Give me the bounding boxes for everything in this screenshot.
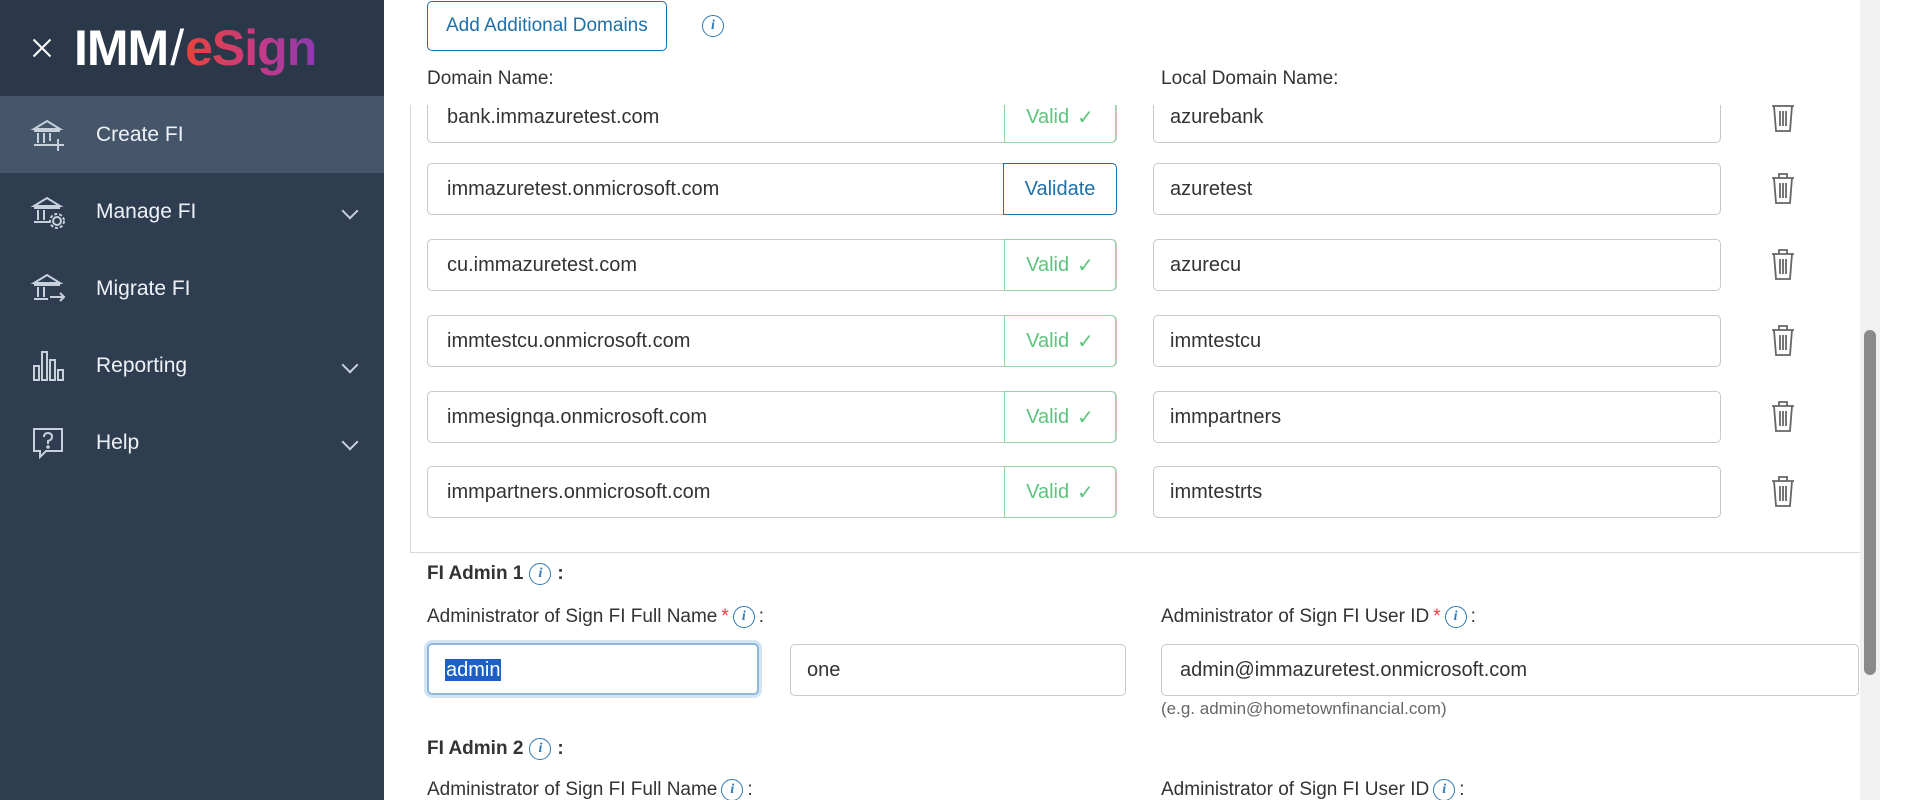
info-icon[interactable]: i	[529, 563, 552, 585]
question-bubble-icon	[30, 425, 66, 461]
trash-icon[interactable]	[1770, 323, 1796, 357]
sidebar-item-reporting[interactable]: Reporting	[0, 327, 384, 404]
trash-icon[interactable]	[1770, 474, 1796, 508]
main-content: Add Additional Domains i Domain Name: Lo…	[384, 0, 1880, 800]
page-scroll-thumb[interactable]	[1864, 330, 1876, 675]
sidebar-item-migrate-fi[interactable]: Migrate FI	[0, 250, 384, 327]
domain-row: immtestcu.onmicrosoft.com Valid ✓ immtest…	[427, 315, 1794, 367]
check-icon: ✓	[1077, 106, 1094, 129]
valid-badge: Valid ✓	[1004, 239, 1116, 291]
domain-row: immazuretest.onmicrosoft.com Validate az…	[427, 163, 1794, 215]
valid-badge: Valid ✓	[1004, 466, 1116, 518]
close-icon[interactable]	[28, 34, 56, 62]
info-icon[interactable]: i	[702, 15, 724, 37]
domain-row: immpartners.onmicrosoft.com Valid ✓ immte…	[427, 466, 1794, 518]
chevron-down-icon	[341, 202, 359, 220]
chevron-down-icon	[341, 356, 359, 374]
required-marker: *	[721, 606, 729, 627]
info-icon[interactable]: i	[732, 606, 755, 628]
domain-name-field[interactable]: immpartners.onmicrosoft.com Valid ✓	[427, 466, 1117, 518]
local-domain-field[interactable]: azurebank	[1153, 105, 1721, 143]
domain-row: immesignqa.onmicrosoft.com Valid ✓ immpar…	[427, 391, 1794, 443]
bank-plus-icon	[30, 117, 66, 153]
trash-icon[interactable]	[1770, 399, 1796, 433]
check-icon: ✓	[1077, 254, 1094, 277]
info-icon[interactable]: i	[1444, 606, 1467, 628]
local-domain-field[interactable]: immtestcu	[1153, 315, 1721, 367]
domain-name-field[interactable]: immtestcu.onmicrosoft.com Valid ✓	[427, 315, 1117, 367]
trash-icon[interactable]	[1770, 247, 1796, 281]
valid-badge: Valid ✓	[1004, 315, 1116, 367]
trash-icon[interactable]	[1770, 105, 1796, 133]
check-icon: ✓	[1077, 406, 1094, 429]
user-id-input[interactable]: admin@immazuretest.onmicrosoft.com	[1161, 644, 1859, 696]
bank-arrow-icon	[30, 271, 66, 307]
sidebar-item-label: Help	[96, 430, 140, 454]
domain-name-field[interactable]: cu.immazuretest.com Valid ✓	[427, 239, 1117, 291]
sidebar: IMM / eSign Create FI Manage FI Migrate …	[0, 0, 384, 800]
check-icon: ✓	[1077, 481, 1094, 504]
fullname-label: Administrator of Sign FI Full Name i :	[427, 779, 753, 800]
validate-button[interactable]: Validate	[1003, 163, 1117, 215]
domain-row: bank.immazuretest.com Valid ✓ azurebank	[427, 105, 1794, 143]
sidebar-item-label: Migrate FI	[96, 276, 191, 300]
info-icon[interactable]: i	[529, 738, 552, 760]
info-icon[interactable]: i	[1433, 779, 1456, 800]
sidebar-item-help[interactable]: Help	[0, 404, 384, 481]
sidebar-item-label: Reporting	[96, 353, 188, 377]
valid-badge: Valid ✓	[1004, 391, 1116, 443]
local-domain-field[interactable]: azuretest	[1153, 163, 1721, 215]
fullname-label: Administrator of Sign FI Full Name * i :	[427, 606, 765, 628]
page-scrollbar[interactable]	[1860, 0, 1880, 800]
bar-chart-icon	[30, 348, 66, 384]
fi-admin-1-title: FI Admin 1 i :	[427, 563, 564, 585]
sidebar-item-create-fi[interactable]: Create FI	[0, 96, 384, 173]
check-icon: ✓	[1077, 330, 1094, 353]
first-name-input[interactable]: admin	[427, 643, 759, 695]
domain-list: bank.immazuretest.com Valid ✓ azurebank i…	[410, 105, 1880, 553]
required-marker: *	[1433, 606, 1441, 627]
sidebar-item-label: Manage FI	[96, 199, 197, 223]
fi-admin-2-title: FI Admin 2 i :	[427, 738, 564, 760]
info-icon[interactable]: i	[721, 779, 744, 800]
logo: IMM / eSign	[74, 20, 317, 76]
userid-label: Administrator of Sign FI User ID * i :	[1161, 606, 1476, 628]
last-name-input[interactable]: one	[790, 644, 1126, 696]
brand-header: IMM / eSign	[0, 0, 384, 96]
chevron-down-icon	[341, 433, 359, 451]
local-domain-field[interactable]: immpartners	[1153, 391, 1721, 443]
valid-badge: Valid ✓	[1004, 105, 1116, 143]
add-domains-button[interactable]: Add Additional Domains	[427, 1, 667, 51]
domain-row: cu.immazuretest.com Valid ✓ azurecu	[427, 239, 1794, 291]
userid-label: Administrator of Sign FI User ID i :	[1161, 779, 1465, 800]
trash-icon[interactable]	[1770, 171, 1796, 205]
local-domain-field[interactable]: azurecu	[1153, 239, 1721, 291]
sidebar-item-manage-fi[interactable]: Manage FI	[0, 173, 384, 250]
domain-name-field[interactable]: immesignqa.onmicrosoft.com Valid ✓	[427, 391, 1117, 443]
domain-name-field[interactable]: bank.immazuretest.com Valid ✓	[427, 105, 1117, 143]
local-domain-name-label: Local Domain Name:	[1161, 68, 1339, 89]
domain-name-label: Domain Name:	[427, 68, 554, 89]
bank-gear-icon	[30, 194, 66, 230]
sidebar-item-label: Create FI	[96, 122, 184, 146]
local-domain-field[interactable]: immtestrts	[1153, 466, 1721, 518]
domain-name-field[interactable]: immazuretest.onmicrosoft.com Validate	[427, 163, 1117, 215]
user-id-hint: (e.g. admin@hometownfinancial.com)	[1161, 699, 1447, 718]
